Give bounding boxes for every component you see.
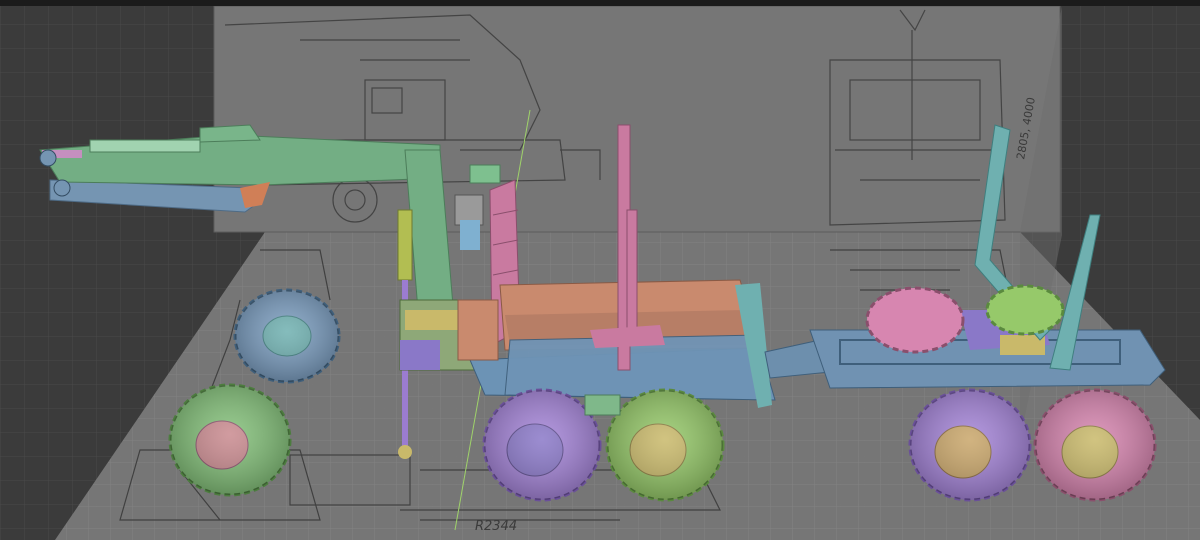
truck-wheel-rear-1 <box>482 388 602 502</box>
truck-wheel-front-right <box>168 383 292 497</box>
trailer-wheel-front <box>908 388 1032 502</box>
truck-wheel-front-left <box>233 288 341 384</box>
bottom-dimension-label: R2344 <box>475 519 517 534</box>
trailer-wheel-rear <box>1033 388 1157 502</box>
3d-viewport[interactable]: 2805, 4000 R2344 <box>0 0 1200 540</box>
viewport-header-bar <box>0 0 1200 6</box>
drive-shaft <box>584 394 621 416</box>
truck-wheel-rear-2 <box>605 388 725 502</box>
